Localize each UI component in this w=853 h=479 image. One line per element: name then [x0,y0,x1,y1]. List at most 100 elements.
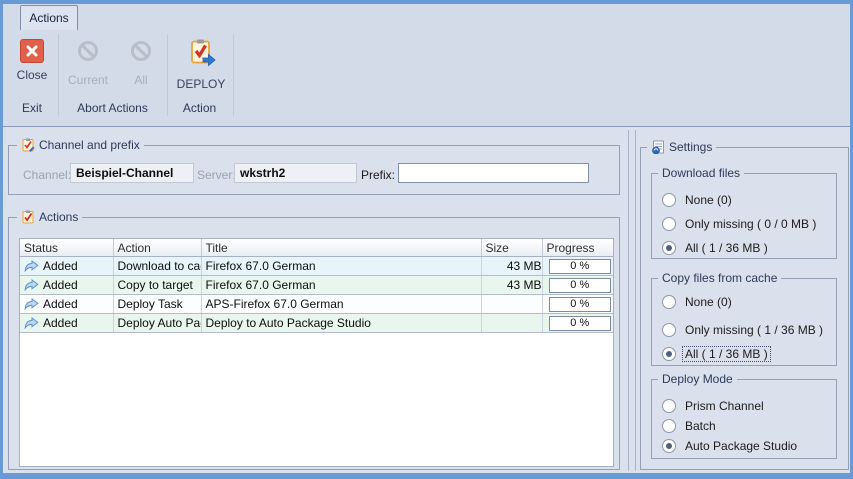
copy-files-groupbox: Copy files from cache None (0) Only miss… [651,278,837,366]
added-arrow-icon [24,279,39,291]
application-window: Actions Close Current [0,0,853,479]
radio-label: Only missing ( 0 / 0 MB ) [683,217,818,231]
table-row[interactable]: Added Deploy Task APS-Firefox 67.0 Germa… [20,295,613,314]
table-header-row: Status Action Title Size Progress [20,239,613,257]
actions-title: Actions [39,210,78,224]
actions-table: Status Action Title Size Progress [19,238,614,467]
settings-groupbox: Settings Download files None (0) Only mi… [640,147,849,470]
table-row[interactable]: Added Download to cach Firefox 67.0 Germ… [20,257,613,276]
deploy-mode-title: Deploy Mode [662,372,733,386]
column-header-status[interactable]: Status [20,239,113,257]
channel-and-prefix-title: Channel and prefix [39,138,140,152]
cell-size: 43 MB [481,257,542,276]
column-header-size[interactable]: Size [481,239,542,257]
close-button-label: Close [17,68,48,82]
abort-current-label: Current [68,73,108,87]
radio-label: Batch [683,419,718,433]
cell-size [481,314,542,333]
cell-status: Added [20,314,113,333]
radio-auto-package-studio[interactable]: Auto Package Studio [662,438,799,453]
channel-field: Beispiel-Channel [70,163,194,183]
actions-groupbox: Actions Status Action Title Size Progres… [8,217,620,470]
abort-current-button: Current [62,32,114,104]
column-header-progress[interactable]: Progress [542,239,613,257]
clipboard-edit-icon [21,138,35,152]
radio-prism-channel[interactable]: Prism Channel [662,398,766,413]
server-field: wkstrh2 [234,163,357,183]
radio-icon [662,295,676,309]
deploy-mode-groupbox: Deploy Mode Prism Channel Batch Auto Pac… [651,379,837,459]
ribbon-group-label-exit: Exit [7,101,57,115]
cell-action: Deploy Auto Pack [113,314,201,333]
progress-bar: 0 % [549,278,612,293]
radio-label: All ( 1 / 36 MB ) [683,241,770,255]
abort-all-label: All [134,73,147,87]
cell-size [481,295,542,314]
radio-icon [662,323,676,337]
deploy-mode-legend: Deploy Mode [658,371,737,387]
cell-action: Download to cach [113,257,201,276]
cell-size: 43 MB [481,276,542,295]
actions-legend: Actions [17,209,82,225]
cell-status: Added [20,257,113,276]
deploy-button-label: DEPLOY [177,77,226,91]
prohibition-icon [129,39,153,68]
cell-progress: 0 % [542,295,613,314]
added-arrow-icon [24,298,39,310]
radio-copy-all[interactable]: All ( 1 / 36 MB ) [662,346,770,361]
radio-label: None (0) [683,193,734,207]
radio-download-none[interactable]: None (0) [662,192,734,207]
cell-action: Copy to target [113,276,201,295]
added-arrow-icon [24,317,39,329]
status-text: Added [43,297,78,311]
radio-batch[interactable]: Batch [662,418,718,433]
prefix-input[interactable] [398,163,589,183]
column-header-action[interactable]: Action [113,239,201,257]
radio-download-only-missing[interactable]: Only missing ( 0 / 0 MB ) [662,216,818,231]
table-row[interactable]: Added Copy to target Firefox 67.0 German… [20,276,613,295]
clipboard-check-icon [21,210,35,224]
cell-title: Firefox 67.0 German [201,276,481,295]
added-arrow-icon [24,260,39,272]
deploy-button[interactable]: DEPLOY [170,32,232,104]
deploy-clipboard-arrow-icon [186,39,216,72]
status-text: Added [43,278,78,292]
radio-icon [662,241,676,255]
ribbon-group-label-action: Action [167,101,232,115]
close-button[interactable]: Close [8,32,56,104]
radio-icon [662,347,676,361]
radio-icon [662,217,676,231]
progress-bar: 0 % [549,316,612,331]
cell-action: Deploy Task [113,295,201,314]
prohibition-icon [76,39,100,68]
radio-icon [662,439,676,453]
tab-actions[interactable]: Actions [20,5,78,30]
radio-icon [662,399,676,413]
cell-progress: 0 % [542,257,613,276]
radio-copy-only-missing[interactable]: Only missing ( 1 / 36 MB ) [662,322,825,337]
table-row[interactable]: Added Deploy Auto Pack Deploy to Auto Pa… [20,314,613,333]
radio-icon [662,193,676,207]
channel-and-prefix-groupbox: Channel and prefix Channel: Beispiel-Cha… [8,145,620,195]
ribbon-separator [233,34,234,116]
radio-copy-none[interactable]: None (0) [662,294,734,309]
cell-progress: 0 % [542,314,613,333]
column-header-title[interactable]: Title [201,239,481,257]
panel-splitter[interactable] [628,130,636,471]
close-icon [20,39,44,63]
status-text: Added [43,259,78,273]
content-area: Channel and prefix Channel: Beispiel-Cha… [3,127,850,473]
radio-label: None (0) [683,295,734,309]
radio-download-all[interactable]: All ( 1 / 36 MB ) [662,240,770,255]
progress-bar: 0 % [549,297,612,312]
cell-status: Added [20,295,113,314]
download-files-groupbox: Download files None (0) Only missing ( 0… [651,173,837,259]
channel-label: Channel: [23,168,71,182]
cell-progress: 0 % [542,276,613,295]
radio-icon [662,419,676,433]
cell-status: Added [20,276,113,295]
settings-doc-icon [651,140,665,154]
server-label: Server: [197,168,236,182]
channel-and-prefix-legend: Channel and prefix [17,137,144,153]
ribbon-group-label-abort-actions: Abort Actions [59,101,166,115]
